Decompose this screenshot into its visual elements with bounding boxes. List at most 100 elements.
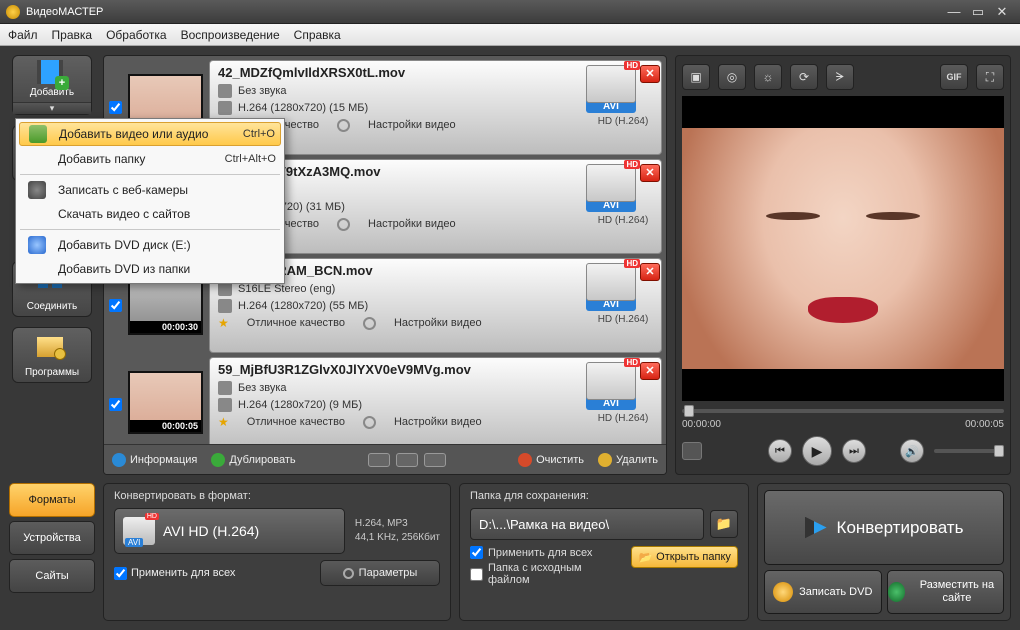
- dropdown-label: Добавить папку: [58, 152, 145, 166]
- volume-slider[interactable]: [934, 449, 1004, 453]
- camcorder-icon: AVI: [123, 517, 155, 545]
- menu-file[interactable]: Файл: [8, 28, 38, 42]
- star-icon: ★: [218, 415, 229, 429]
- format-badge[interactable]: [586, 263, 636, 301]
- video-icon: [218, 101, 232, 115]
- save-path[interactable]: D:\...\Рамка на видео\: [470, 508, 704, 540]
- remove-button[interactable]: ✕: [640, 164, 660, 182]
- clear-button[interactable]: Очистить: [518, 453, 584, 467]
- preview-video[interactable]: [682, 96, 1004, 401]
- next-button[interactable]: ⏭: [842, 439, 866, 463]
- menu-help[interactable]: Справка: [294, 28, 341, 42]
- remove-button[interactable]: ✕: [640, 263, 660, 281]
- dropdown-label: Скачать видео с сайтов: [58, 207, 190, 221]
- format-selector[interactable]: AVI AVI HD (H.264): [114, 508, 345, 554]
- crop-tool[interactable]: ▣: [682, 64, 710, 90]
- remove-button[interactable]: ✕: [640, 362, 660, 380]
- add-icon: [29, 125, 47, 143]
- add-dropdown-toggle[interactable]: ▾: [13, 102, 91, 114]
- row-checkbox[interactable]: [109, 101, 122, 114]
- close-button[interactable]: ✕: [990, 4, 1014, 20]
- format-badge[interactable]: [586, 362, 636, 400]
- params-button[interactable]: Параметры: [320, 560, 440, 586]
- snapshot-button[interactable]: [682, 442, 702, 460]
- upload-button[interactable]: Разместить на сайте: [887, 570, 1005, 614]
- output-format: HD (H.264): [598, 314, 649, 325]
- duplicate-icon: [211, 453, 225, 467]
- format-info: H.264, MP344,1 KHz, 256Кбит: [355, 517, 440, 545]
- menu-playback[interactable]: Воспроизведение: [181, 28, 280, 42]
- row-checkbox[interactable]: [109, 299, 122, 312]
- brightness-tool[interactable]: ☼: [754, 64, 782, 90]
- programs-button[interactable]: Программы: [12, 327, 92, 383]
- apply-all-path-checkbox[interactable]: [470, 546, 483, 559]
- convert-button[interactable]: Конвертировать: [764, 490, 1004, 565]
- menu-edit[interactable]: Правка: [52, 28, 93, 42]
- same-folder-label: Папка с исходным файлом: [488, 562, 621, 586]
- audio-icon: [218, 84, 232, 98]
- globe-icon: [888, 582, 905, 602]
- gear-icon: [337, 119, 350, 132]
- remove-button[interactable]: ✕: [640, 65, 660, 83]
- dropdown-item[interactable]: Добавить DVD из папки: [18, 257, 282, 281]
- seek-slider[interactable]: [682, 405, 1004, 417]
- row-checkbox[interactable]: [109, 398, 122, 411]
- add-button[interactable]: Добавить ▾: [12, 55, 92, 115]
- file-row[interactable]: 00:00:05 59_MjBfU3R1ZGlvX0JlYXV0eV9MVg.m…: [108, 357, 662, 444]
- speed-tool[interactable]: ᗒ: [826, 64, 854, 90]
- quality-label: Отличное качество: [247, 416, 345, 428]
- volume-button[interactable]: 🔊: [900, 439, 924, 463]
- codec-info: H.264 (1280x720) (55 МБ): [238, 300, 368, 312]
- dropdown-item[interactable]: Добавить видео или аудиоCtrl+O: [19, 122, 281, 146]
- enhance-tool[interactable]: ◎: [718, 64, 746, 90]
- gif-tool[interactable]: GIF: [940, 64, 968, 90]
- join-label: Соединить: [27, 301, 77, 312]
- minimize-button[interactable]: —: [942, 4, 966, 19]
- dropdown-item[interactable]: Скачать видео с сайтов: [18, 202, 282, 226]
- format-badge[interactable]: [586, 65, 636, 103]
- dropdown-item[interactable]: Записать с веб-камеры: [18, 178, 282, 202]
- programs-label: Программы: [25, 367, 79, 378]
- format-badge[interactable]: [586, 164, 636, 202]
- tab-sites[interactable]: Сайты: [9, 559, 95, 593]
- play-button[interactable]: ▶: [802, 436, 832, 466]
- audio-info: Без звука: [238, 382, 287, 394]
- maximize-button[interactable]: ▭: [966, 4, 990, 20]
- video-settings-link[interactable]: Настройки видео: [368, 119, 456, 131]
- fullscreen-tool[interactable]: ⛶: [976, 64, 1004, 90]
- add-dropdown: Добавить видео или аудиоCtrl+OДобавить п…: [15, 118, 285, 284]
- dropdown-item[interactable]: Добавить папкуCtrl+Alt+O: [18, 147, 282, 171]
- thumbnail[interactable]: 00:00:05: [128, 371, 203, 434]
- video-settings-link[interactable]: Настройки видео: [394, 416, 482, 428]
- audio-info: S16LE Stereo (eng): [238, 283, 335, 295]
- app-logo-icon: [6, 5, 20, 19]
- time-total: 00:00:05: [965, 419, 1004, 430]
- same-folder-checkbox[interactable]: [470, 568, 483, 581]
- tab-devices[interactable]: Устройства: [9, 521, 95, 555]
- video-settings-link[interactable]: Настройки видео: [394, 317, 482, 329]
- prev-button[interactable]: ⏮: [768, 439, 792, 463]
- apply-all-format-checkbox[interactable]: [114, 567, 127, 580]
- convert-panel: Конвертировать в формат: AVI AVI HD (H.2…: [103, 483, 451, 621]
- burn-dvd-button[interactable]: Записать DVD: [764, 570, 882, 614]
- info-button[interactable]: Информация: [112, 453, 197, 467]
- gear-icon: [363, 416, 376, 429]
- action-panel: Конвертировать Записать DVD Разместить н…: [757, 483, 1011, 621]
- audio-icon: [218, 381, 232, 395]
- dropdown-item[interactable]: Добавить DVD диск (E:): [18, 233, 282, 257]
- browse-button[interactable]: 📁: [710, 510, 738, 538]
- convert-header: Конвертировать в формат:: [114, 490, 440, 502]
- video-icon: [218, 299, 232, 313]
- info-icon: [112, 453, 126, 467]
- convert-icon: [805, 517, 827, 539]
- delete-button[interactable]: Удалить: [598, 453, 658, 467]
- view-mode-toggles[interactable]: [368, 453, 446, 467]
- dvd-icon: [28, 236, 46, 254]
- tab-formats[interactable]: Форматы: [9, 483, 95, 517]
- video-settings-link[interactable]: Настройки видео: [368, 218, 456, 230]
- audio-info: Без звука: [238, 85, 287, 97]
- open-folder-button[interactable]: 📂 Открыть папку: [631, 546, 738, 568]
- duplicate-button[interactable]: Дублировать: [211, 453, 295, 467]
- menu-process[interactable]: Обработка: [106, 28, 167, 42]
- rotate-tool[interactable]: ⟳: [790, 64, 818, 90]
